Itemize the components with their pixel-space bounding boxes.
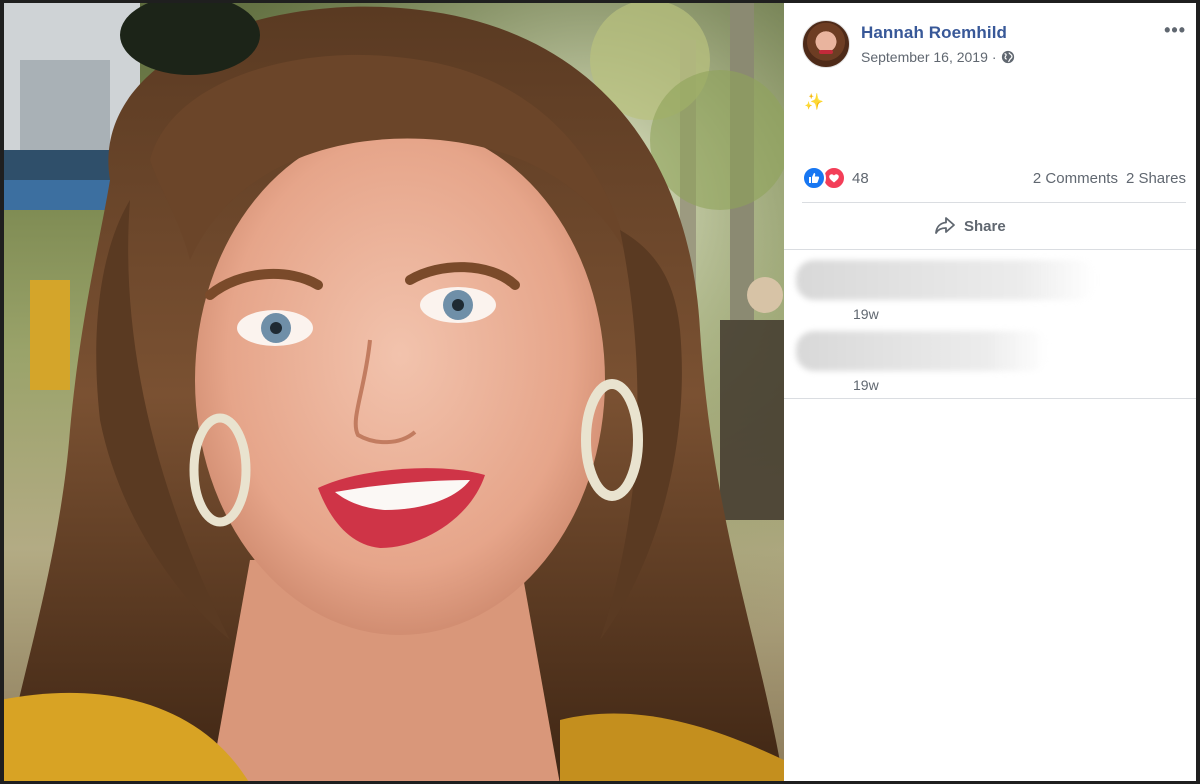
redacted-comment-content — [796, 331, 1048, 371]
comments-divider — [784, 398, 1200, 399]
share-button[interactable]: Share — [934, 212, 1006, 240]
post-meta: September 16, 2019 · — [861, 49, 1015, 65]
more-options-button[interactable]: ••• — [1164, 20, 1186, 41]
reactions-divider — [802, 202, 1186, 203]
reaction-count[interactable]: 48 — [852, 170, 869, 187]
reactions-summary: 48 2 Comments 2 Shares — [802, 165, 1186, 191]
comments-count-link[interactable]: 2 Comments — [1033, 170, 1118, 187]
globe-icon[interactable] — [1001, 50, 1015, 64]
meta-separator: · — [991, 49, 997, 65]
author-name-link[interactable]: Hannah Roemhild — [861, 23, 1007, 43]
shares-count-link[interactable]: 2 Shares — [1126, 170, 1186, 187]
post-details-panel: Hannah Roemhild September 16, 2019 · •••… — [784, 0, 1200, 784]
comment-timestamp[interactable]: 19w — [853, 306, 879, 322]
like-reaction-icon — [802, 166, 826, 190]
share-label: Share — [964, 217, 1006, 235]
comment-timestamp[interactable]: 19w — [853, 377, 879, 393]
author-avatar[interactable] — [802, 20, 850, 68]
selfie-illustration — [0, 0, 784, 784]
share-arrow-icon — [935, 217, 955, 234]
actions-divider — [784, 249, 1200, 250]
comment-item: 19w — [796, 331, 1186, 395]
post-photo[interactable] — [0, 0, 784, 784]
redacted-comment-content — [796, 260, 1096, 300]
reaction-icons[interactable] — [802, 166, 846, 190]
post-date-link[interactable]: September 16, 2019 — [861, 49, 988, 65]
comment-item: 19w — [796, 260, 1186, 324]
post-text: ✨ — [804, 94, 824, 111]
engagement-counts: 2 Comments 2 Shares — [1033, 170, 1186, 187]
